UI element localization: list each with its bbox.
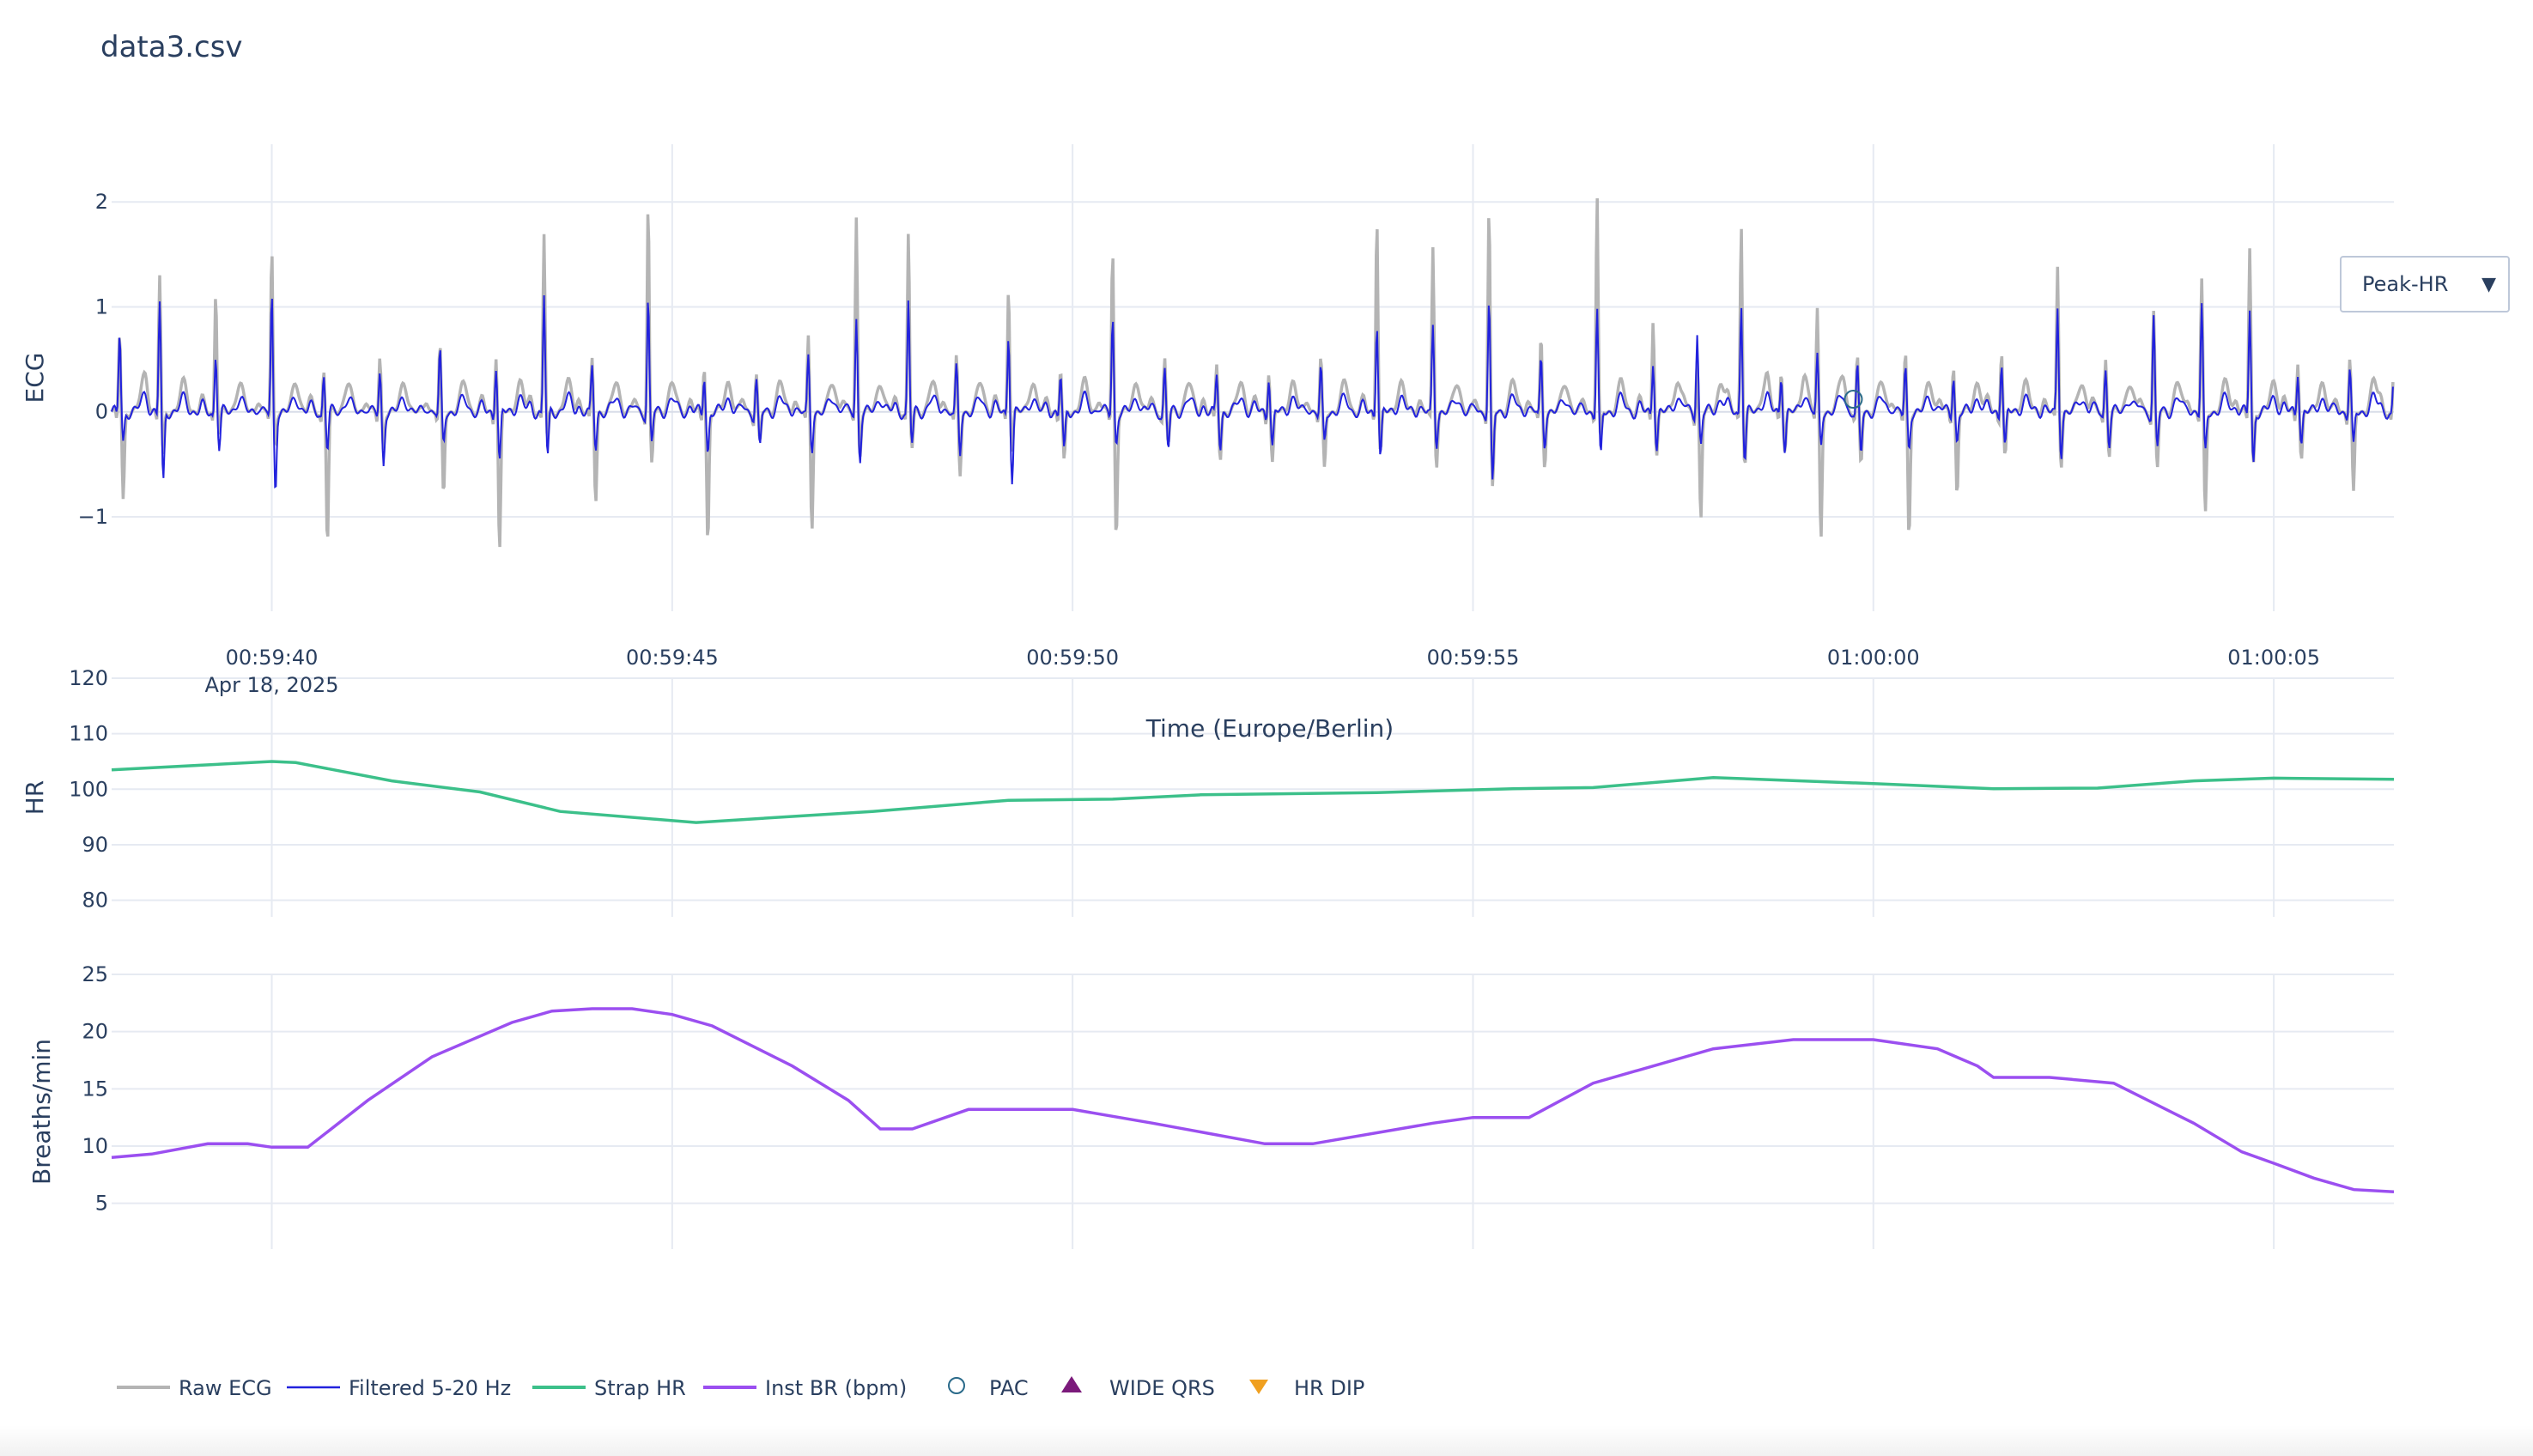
- y-tick-label: 5: [95, 1192, 108, 1216]
- chart-legend[interactable]: Raw ECG Filtered 5-20 Hz Strap HR Inst BR (…: [117, 1376, 1364, 1400]
- triangle-up-icon: [1061, 1376, 1082, 1392]
- legend-label: Inst BR (bpm): [765, 1376, 907, 1400]
- y-tick-label: −1: [78, 505, 108, 529]
- y-tick-label: 20: [82, 1020, 108, 1044]
- y-tick-label: 110: [69, 722, 108, 746]
- panel-ecg: 2 1 0 −1 ECG: [21, 144, 2394, 611]
- y-axis-title-br: Breaths/min: [27, 1039, 56, 1185]
- x-tick-label: 01:00:00: [1827, 646, 1920, 670]
- x-date-label: Apr 18, 2025: [205, 673, 339, 697]
- peak-mode-dropdown[interactable]: Peak-HR ▼: [2340, 256, 2510, 312]
- series-filtered-line: [111, 294, 2394, 488]
- y-tick-label: 2: [95, 190, 108, 214]
- y-tick-label: 100: [69, 777, 108, 801]
- bottom-shade: [0, 1425, 2533, 1456]
- legend-label: Raw ECG: [179, 1376, 272, 1400]
- x-tick-label: 00:59:55: [1427, 646, 1520, 670]
- y-axis-title-hr: HR: [21, 780, 49, 816]
- dropdown-selected-label: Peak-HR: [2362, 272, 2449, 296]
- legend-label: HR DIP: [1294, 1376, 1364, 1400]
- series-inst-br-line: [111, 1007, 2395, 1194]
- chart-figure: data3.csv 210−1ECG1201101009080HR2520151…: [21, 30, 2395, 1400]
- y-tick-label: 0: [95, 400, 108, 424]
- legend-label: Strap HR: [594, 1376, 686, 1400]
- legend-item-raw-ecg[interactable]: Raw ECG: [117, 1376, 272, 1400]
- y-tick-label: 80: [82, 889, 108, 913]
- y-tick-label: 1: [95, 294, 108, 318]
- legend-label: WIDE QRS: [1109, 1376, 1215, 1400]
- x-tick-label: 00:59:50: [1026, 646, 1119, 670]
- series-raw-ecg-line: [110, 197, 2395, 548]
- series-strap-hr-line: [111, 760, 2395, 824]
- legend-item-wide-qrs[interactable]: WIDE QRS: [1061, 1376, 1215, 1400]
- y-axis-title-ecg: ECG: [21, 353, 49, 403]
- chart-title: data3.csv: [100, 30, 243, 64]
- legend-item-hr-dip[interactable]: HR DIP: [1249, 1376, 1364, 1400]
- triangle-down-icon: [1249, 1380, 1268, 1394]
- x-axis: 00:59:40 00:59:45 00:59:50 00:59:55 01:00:00…: [205, 646, 2320, 743]
- legend-item-filtered-5-20-hz[interactable]: Filtered 5-20 Hz: [287, 1376, 511, 1400]
- circle-open-icon: [948, 1377, 965, 1394]
- triangle-down-icon: ▼: [2481, 273, 2496, 295]
- plot-panels: 210−1ECG1201101009080HR252015105Breaths/…: [21, 144, 2395, 1249]
- panel-br: 25 20 15 10 5 Breaths/min: [27, 962, 2394, 1249]
- legend-label: Filtered 5-20 Hz: [349, 1376, 511, 1400]
- x-axis-title: Time (Europe/Berlin): [1145, 714, 1394, 743]
- y-tick-label: 15: [82, 1077, 108, 1101]
- y-tick-label: 25: [82, 962, 108, 986]
- y-tick-label: 90: [82, 833, 108, 857]
- legend-item-strap-hr[interactable]: Strap HR: [532, 1376, 686, 1400]
- legend-label: PAC: [989, 1376, 1029, 1400]
- x-tick-label: 00:59:40: [226, 646, 319, 670]
- y-tick-label: 10: [82, 1134, 108, 1158]
- legend-item-pac[interactable]: PAC: [948, 1376, 1029, 1400]
- x-tick-label: 00:59:45: [626, 646, 719, 670]
- x-tick-label: 01:00:05: [2227, 646, 2320, 670]
- legend-item-inst-br-bpm-[interactable]: Inst BR (bpm): [703, 1376, 907, 1400]
- y-tick-label: 120: [69, 666, 108, 690]
- panel-hr: 120 110 100 90 80 HR: [21, 666, 2394, 917]
- ecg-traces: [110, 197, 2395, 548]
